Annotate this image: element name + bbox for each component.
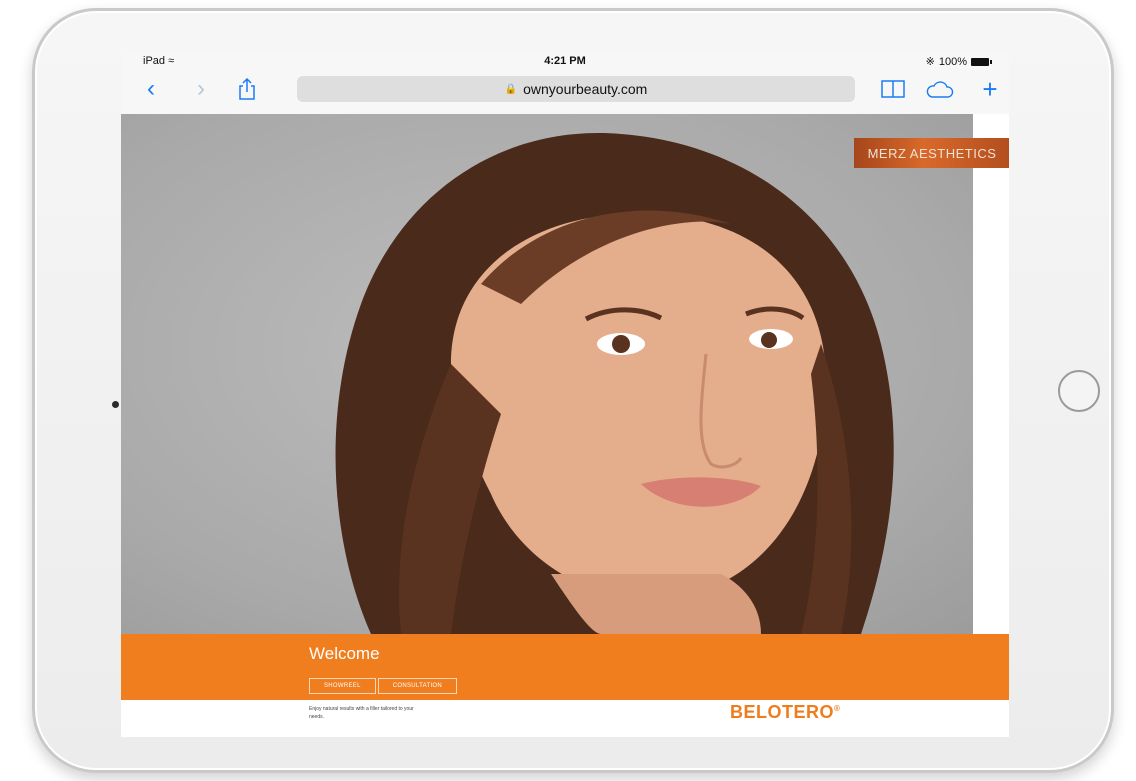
home-button[interactable] (1058, 370, 1100, 412)
book-icon[interactable] (879, 74, 907, 107)
hero-image (121, 114, 973, 634)
lock-icon: 🔒 (504, 83, 518, 95)
forward-icon[interactable]: › (187, 74, 215, 104)
logo-text: BELOTERO (730, 702, 835, 722)
battery-percent: 100% (938, 55, 967, 68)
browser-toolbar: ‹ › 🔒 ownyourbeauty.com + (121, 72, 1009, 110)
hero-portrait (335, 133, 894, 634)
ipad-screen: iPad ≈ 4:21 PM ※ 100% ‹ › 🔒 ownyourbeaut… (121, 50, 1009, 737)
merz-badge[interactable]: MERZ AESTHETICS (854, 138, 1009, 168)
battery-icon (971, 57, 992, 66)
logo-mark: ® (834, 704, 841, 713)
showreel-button[interactable]: SHOWREEL (309, 678, 376, 694)
status-bar: iPad ≈ 4:21 PM ※ 100% (121, 50, 1009, 72)
camera-dot (112, 401, 119, 408)
welcome-heading: Welcome (309, 644, 380, 663)
back-icon[interactable]: ‹ (137, 74, 165, 104)
url-text: ownyourbeauty.com (523, 81, 648, 97)
cloud-icon[interactable] (926, 74, 954, 107)
status-time: 4:21 PM (544, 55, 586, 67)
web-content: MERZ AESTHETICS Welcome SHOWREEL CONSULT… (121, 114, 1009, 737)
address-bar[interactable]: 🔒 ownyourbeauty.com (297, 76, 855, 102)
hero-side-strip (973, 114, 1009, 634)
belotero-logo[interactable]: BELOTERO® (730, 702, 840, 723)
share-icon[interactable] (233, 74, 261, 108)
consultation-button[interactable]: CONSULTATION (377, 678, 458, 694)
plus-icon[interactable]: + (976, 74, 1004, 104)
bluetooth-icon: ※ (925, 56, 935, 68)
band-buttons: SHOWREEL CONSULTATION (309, 678, 458, 694)
tagline-text: Enjoy natural results with a filler tail… (309, 706, 414, 720)
status-right: ※ 100% (925, 55, 992, 68)
welcome-band: Welcome SHOWREEL CONSULTATION (121, 634, 1009, 700)
footer-strip: Enjoy natural results with a filler tail… (121, 700, 1009, 737)
